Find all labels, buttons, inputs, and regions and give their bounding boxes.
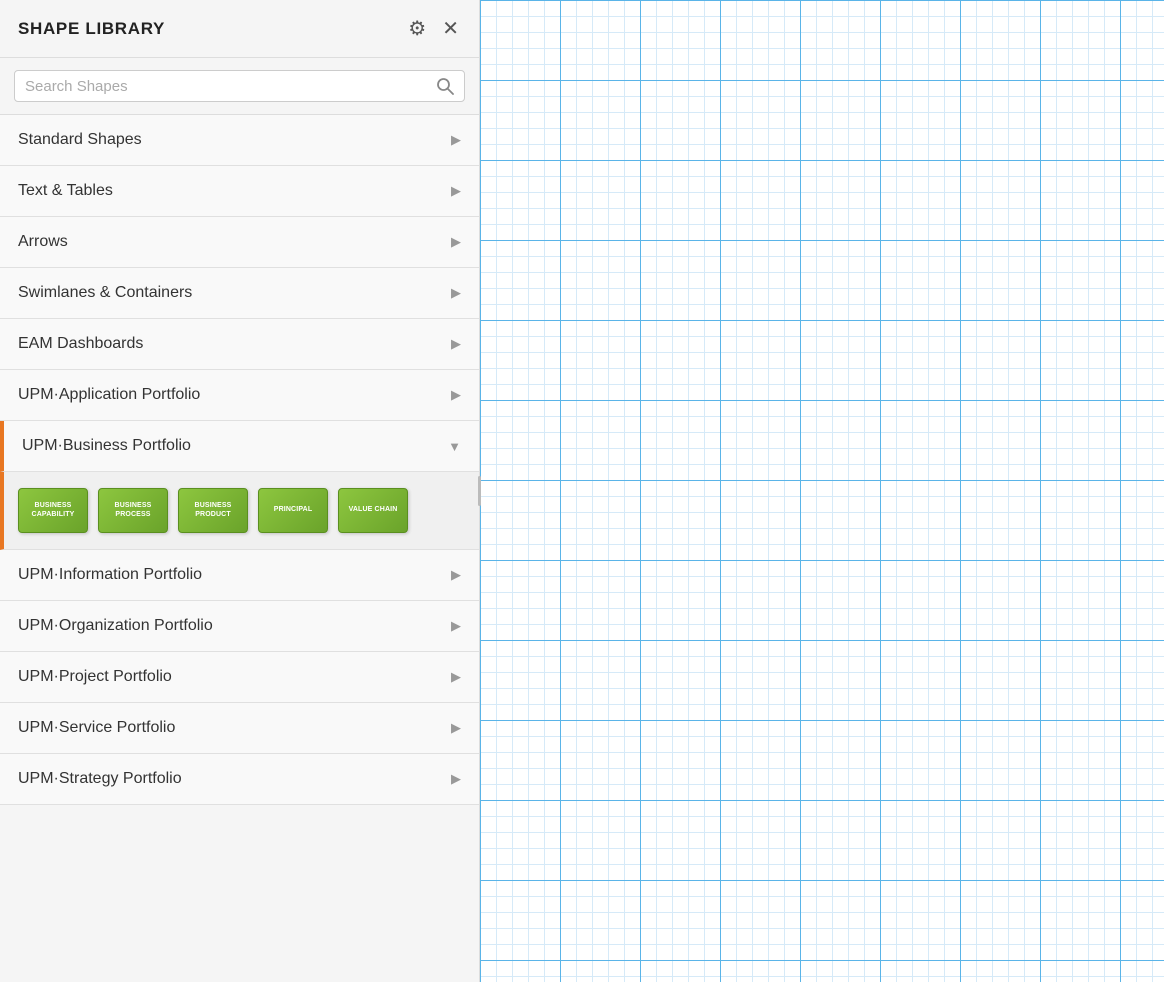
header-icons: ⚙ ✕ <box>406 14 461 43</box>
shape-thumb: VALUE CHAIN <box>338 488 408 533</box>
menu-item-label: Standard Shapes <box>18 131 142 149</box>
chevron-right-icon: ▶ <box>451 132 461 148</box>
menu-item-label: UPM·Organization Portfolio <box>18 617 213 635</box>
chevron-right-icon: ▶ <box>451 618 461 634</box>
menu-item-upm-project[interactable]: UPM·Project Portfolio ▶ <box>0 652 479 703</box>
shape-thumb: BUSINESS PRODUCT <box>178 488 248 533</box>
shape-business-product[interactable]: BUSINESS PRODUCT <box>178 488 248 533</box>
canvas-area[interactable] <box>480 0 1164 982</box>
chevron-right-icon: ▶ <box>451 669 461 685</box>
menu-list: Standard Shapes ▶ Text & Tables ▶ Arrows… <box>0 115 479 982</box>
menu-item-label: UPM·Project Portfolio <box>18 668 172 686</box>
menu-item-standard-shapes[interactable]: Standard Shapes ▶ <box>0 115 479 166</box>
shape-thumb: BUSINESS PROCESS <box>98 488 168 533</box>
shape-business-process[interactable]: BUSINESS PROCESS <box>98 488 168 533</box>
shape-thumb: PRINCIPAL <box>258 488 328 533</box>
menu-item-upm-application[interactable]: UPM·Application Portfolio ▶ <box>0 370 479 421</box>
chevron-down-icon: ▼ <box>448 439 461 454</box>
shapes-row: BUSINESS CAPABILITY BUSINESS PROCESS BUS… <box>18 488 465 533</box>
menu-item-label: EAM Dashboards <box>18 335 143 353</box>
menu-item-label: Swimlanes & Containers <box>18 284 192 302</box>
menu-item-label: UPM·Information Portfolio <box>18 566 202 584</box>
sidebar-title: SHAPE LIBRARY <box>18 19 165 39</box>
shape-label: BUSINESS CAPABILITY <box>19 500 87 521</box>
chevron-right-icon: ▶ <box>451 234 461 250</box>
sidebar-header: SHAPE LIBRARY ⚙ ✕ <box>0 0 479 58</box>
close-button[interactable]: ✕ <box>440 14 461 43</box>
menu-item-upm-organization[interactable]: UPM·Organization Portfolio ▶ <box>0 601 479 652</box>
chevron-right-icon: ▶ <box>451 771 461 787</box>
menu-item-upm-service[interactable]: UPM·Service Portfolio ▶ <box>0 703 479 754</box>
resizer-handle <box>478 476 481 506</box>
chevron-right-icon: ▶ <box>451 285 461 301</box>
shape-label: VALUE CHAIN <box>347 504 400 516</box>
shape-business-capability[interactable]: BUSINESS CAPABILITY <box>18 488 88 533</box>
menu-item-label: UPM·Strategy Portfolio <box>18 770 182 788</box>
search-box <box>14 70 465 102</box>
menu-item-swimlanes[interactable]: Swimlanes & Containers ▶ <box>0 268 479 319</box>
chevron-right-icon: ▶ <box>451 720 461 736</box>
shape-thumb: BUSINESS CAPABILITY <box>18 488 88 533</box>
close-icon: ✕ <box>442 16 459 41</box>
menu-item-label: UPM·Application Portfolio <box>18 386 200 404</box>
gear-icon: ⚙ <box>408 16 426 41</box>
chevron-right-icon: ▶ <box>451 567 461 583</box>
menu-item-upm-information[interactable]: UPM·Information Portfolio ▶ <box>0 550 479 601</box>
menu-item-upm-business[interactable]: UPM·Business Portfolio ▼ <box>0 421 479 472</box>
search-input[interactable] <box>25 78 436 95</box>
menu-item-label: UPM·Business Portfolio <box>22 437 191 455</box>
chevron-right-icon: ▶ <box>451 336 461 352</box>
chevron-right-icon: ▶ <box>451 183 461 199</box>
menu-item-label: Text & Tables <box>18 182 113 200</box>
shape-value-chain[interactable]: VALUE CHAIN <box>338 488 408 533</box>
search-area <box>0 58 479 115</box>
shape-label: PRINCIPAL <box>272 504 314 516</box>
menu-item-label: Arrows <box>18 233 68 251</box>
upm-business-expanded-panel: BUSINESS CAPABILITY BUSINESS PROCESS BUS… <box>0 472 479 550</box>
chevron-right-icon: ▶ <box>451 387 461 403</box>
shape-label: BUSINESS PROCESS <box>99 500 167 521</box>
shape-label: BUSINESS PRODUCT <box>179 500 247 521</box>
shape-principal[interactable]: PRINCIPAL <box>258 488 328 533</box>
search-icon <box>436 77 454 95</box>
search-button[interactable] <box>436 77 454 95</box>
grid-background <box>480 0 1164 982</box>
shape-library-sidebar: SHAPE LIBRARY ⚙ ✕ Standard Shapes <box>0 0 480 982</box>
menu-item-label: UPM·Service Portfolio <box>18 719 175 737</box>
menu-item-eam[interactable]: EAM Dashboards ▶ <box>0 319 479 370</box>
menu-item-upm-strategy[interactable]: UPM·Strategy Portfolio ▶ <box>0 754 479 805</box>
menu-item-text-tables[interactable]: Text & Tables ▶ <box>0 166 479 217</box>
settings-button[interactable]: ⚙ <box>406 14 428 43</box>
menu-item-arrows[interactable]: Arrows ▶ <box>0 217 479 268</box>
sidebar-resizer[interactable] <box>474 0 484 982</box>
